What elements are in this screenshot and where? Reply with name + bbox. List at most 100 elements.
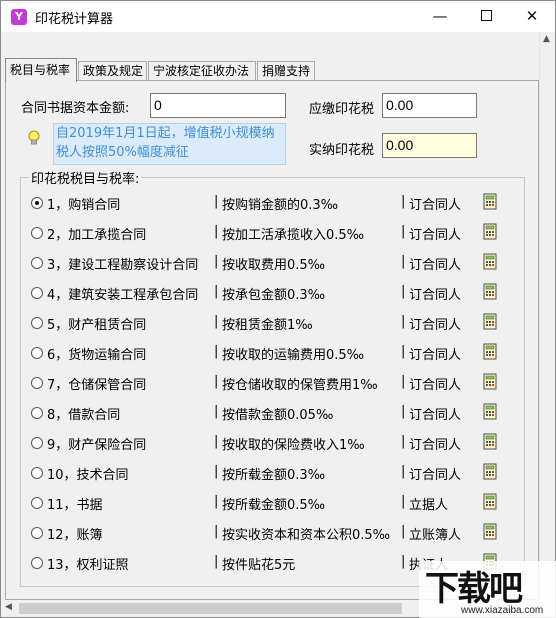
actual-tax-field[interactable]: 0.00 [382, 133, 477, 158]
tax-item-name: 11，书据 [47, 498, 103, 513]
tax-item-taxpayer: 立账簿人 [409, 528, 462, 543]
column-separator: | [214, 224, 219, 239]
tax-item-radio[interactable] [31, 317, 43, 329]
calculator-icon[interactable] [483, 253, 498, 270]
lightbulb-icon [28, 130, 40, 145]
tax-item-row[interactable]: 1，购销合同 | 按购销金额的0.3‰ | 订合同人 [31, 193, 511, 213]
tax-item-taxpayer: 订合同人 [409, 468, 462, 483]
vertical-scrollbar[interactable]: ▲ [539, 32, 555, 600]
column-separator: | [401, 374, 406, 389]
tax-item-rate: 按收取的保险费收入1‰ [222, 438, 365, 453]
tax-item-radio[interactable] [31, 527, 43, 539]
payable-tax-field[interactable]: 0.00 [382, 93, 477, 118]
tax-item-row[interactable]: 5，财产租赁合同 | 按租赁金额1‰ | 订合同人 [31, 313, 511, 333]
tax-item-taxpayer: 订合同人 [409, 438, 462, 453]
column-separator: | [214, 404, 219, 419]
tax-item-row[interactable]: 4，建筑安装工程承包合同 | 按承包金额0.3‰ | 订合同人 [31, 283, 511, 303]
column-separator: | [214, 254, 219, 269]
tax-item-taxpayer: 订合同人 [409, 198, 462, 213]
tax-item-name: 3，建设工程勘察设计合同 [47, 258, 199, 273]
tab-tax-items[interactable]: 税目与税率 [5, 58, 77, 82]
calculator-icon[interactable] [483, 523, 498, 540]
column-separator: | [401, 494, 406, 509]
tax-item-radio[interactable] [31, 557, 43, 569]
tax-item-row[interactable]: 9，财产保险合同 | 按收取的保险费收入1‰ | 订合同人 [31, 433, 511, 453]
tax-item-rate: 按购销金额的0.3‰ [222, 198, 339, 213]
tax-item-row[interactable]: 10，技术合同 | 按所载金额0.3‰ | 订合同人 [31, 463, 511, 483]
close-button[interactable]: ✕ [509, 1, 555, 32]
calculator-icon[interactable] [483, 283, 498, 300]
tax-item-taxpayer: 订合同人 [409, 288, 462, 303]
tax-item-row[interactable]: 11，书据 | 按所载金额0.5‰ | 立据人 [31, 493, 511, 513]
calculator-icon[interactable] [483, 373, 498, 390]
actual-tax-label: 实纳印花税 [309, 143, 375, 158]
app-window: Y 印花税计算器 — ✕ 税目与税率 政策及规定 宁波核定征收办法 捐赠支持 合… [0, 0, 556, 618]
calculator-icon[interactable] [483, 313, 498, 330]
tax-item-radio[interactable] [31, 377, 43, 389]
window-title: 印花税计算器 [35, 12, 114, 27]
tax-item-radio[interactable] [31, 287, 43, 299]
tax-item-taxpayer: 立据人 [409, 498, 449, 513]
column-separator: | [214, 434, 219, 449]
tax-item-row[interactable]: 2，加工承揽合同 | 按加工活承揽收入0.5‰ | 订合同人 [31, 223, 511, 243]
column-separator: | [401, 284, 406, 299]
calculator-icon[interactable] [483, 343, 498, 360]
column-separator: | [401, 404, 406, 419]
column-separator: | [401, 314, 406, 329]
horizontal-scroll-thumb[interactable] [19, 603, 402, 614]
tax-item-name: 8，借款合同 [47, 408, 121, 423]
tax-item-radio[interactable] [31, 497, 43, 509]
tab-donate[interactable]: 捐赠支持 [257, 61, 315, 81]
tax-item-radio[interactable] [31, 197, 43, 209]
tax-item-row[interactable]: 6，货物运输合同 | 按收取的运输费用0.5‰ | 订合同人 [31, 343, 511, 363]
tax-item-taxpayer: 订合同人 [409, 378, 462, 393]
column-separator: | [401, 194, 406, 209]
minimize-button[interactable]: — [417, 1, 463, 32]
tab-policy[interactable]: 政策及规定 [78, 61, 147, 81]
tax-item-name: 7，仓储保管合同 [47, 378, 147, 393]
tax-item-rate: 按实收资本和资本公积0.5‰ [222, 528, 391, 543]
tab-ningbo-method[interactable]: 宁波核定征收办法 [148, 61, 256, 81]
tax-item-radio[interactable] [31, 347, 43, 359]
calculator-icon[interactable] [483, 493, 498, 510]
calculator-icon[interactable] [483, 433, 498, 450]
column-separator: | [401, 344, 406, 359]
watermark-url: www.xiazaiba.com [461, 605, 544, 616]
tax-item-row[interactable]: 12，账簿 | 按实收资本和资本公积0.5‰ | 立账簿人 [31, 523, 511, 543]
notice-box: 自2019年1月1日起，增值税小规模纳 税人按照50%幅度减征 [53, 123, 286, 165]
tax-item-radio[interactable] [31, 467, 43, 479]
tax-item-taxpayer: 订合同人 [409, 408, 462, 423]
tax-item-row[interactable]: 8，借款合同 | 按借款金额0.05‰ | 订合同人 [31, 403, 511, 423]
tax-item-rate: 按收取费用0.5‰ [222, 258, 326, 273]
column-separator: | [401, 434, 406, 449]
notice-line-1: 自2019年1月1日起，增值税小规模纳 [56, 126, 275, 141]
tax-item-taxpayer: 订合同人 [409, 228, 462, 243]
tax-item-name: 2，加工承揽合同 [47, 228, 147, 243]
column-separator: | [214, 314, 219, 329]
scroll-up-icon[interactable]: ▲ [543, 34, 550, 44]
scroll-left-icon[interactable]: ◀ [5, 602, 12, 612]
capital-amount-input[interactable]: 0 [150, 93, 286, 118]
tax-item-taxpayer: 订合同人 [409, 348, 462, 363]
tax-item-rate: 按所载金额0.3‰ [222, 468, 326, 483]
tax-item-row[interactable]: 3，建设工程勘察设计合同 | 按收取费用0.5‰ | 订合同人 [31, 253, 511, 273]
maximize-button[interactable] [463, 1, 509, 32]
tax-item-rate: 按借款金额0.05‰ [222, 408, 334, 423]
calculator-icon[interactable] [483, 193, 498, 210]
tax-item-radio[interactable] [31, 437, 43, 449]
tax-item-rate: 按仓储收取的保管费用1‰ [222, 378, 378, 393]
tax-item-name: 12，账簿 [47, 528, 103, 543]
tax-item-radio[interactable] [31, 407, 43, 419]
calculator-icon[interactable] [483, 463, 498, 480]
tax-item-radio[interactable] [31, 257, 43, 269]
calculator-icon[interactable] [483, 223, 498, 240]
tax-item-rate: 按承包金额0.3‰ [222, 288, 326, 303]
tax-item-row[interactable]: 7，仓储保管合同 | 按仓储收取的保管费用1‰ | 订合同人 [31, 373, 511, 393]
tax-items-group-title: 印花税税目与税率: [29, 168, 142, 187]
tax-item-radio[interactable] [31, 227, 43, 239]
title-bar[interactable]: Y 印花税计算器 — ✕ [1, 1, 555, 32]
calculator-icon[interactable] [483, 403, 498, 420]
column-separator: | [214, 284, 219, 299]
capital-amount-label: 合同书据资本金额: [21, 101, 130, 116]
column-separator: | [401, 524, 406, 539]
